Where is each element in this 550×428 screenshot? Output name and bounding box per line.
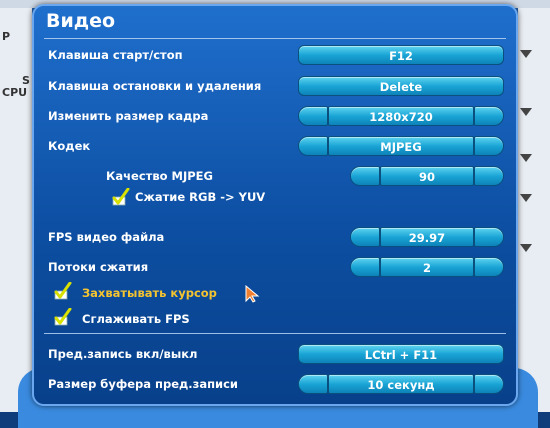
stop-delete-hotkey-button[interactable]: Delete bbox=[298, 76, 504, 96]
fps-value: 29.97 bbox=[380, 227, 474, 247]
threads-value: 2 bbox=[380, 257, 474, 277]
rgb-yuv-checkbox[interactable] bbox=[112, 187, 130, 206]
fps-increase-button[interactable] bbox=[474, 227, 504, 247]
chevron-down-icon[interactable] bbox=[520, 154, 532, 162]
title-divider bbox=[44, 38, 506, 39]
background-right-panel bbox=[518, 8, 550, 412]
video-settings-dialog: Видео Клавиша старт/стоп F12 Клавиша ост… bbox=[32, 4, 518, 406]
prerecord-toggle-hotkey-button[interactable]: LCtrl + F11 bbox=[298, 344, 504, 364]
dialog-title: Видео bbox=[46, 10, 116, 32]
checkmark-icon bbox=[54, 281, 72, 300]
chevron-down-icon[interactable] bbox=[520, 194, 532, 202]
mjpeg-quality-increase-button[interactable] bbox=[474, 166, 504, 186]
chevron-down-icon[interactable] bbox=[520, 50, 532, 58]
frame-size-next-button[interactable] bbox=[474, 106, 504, 126]
section-divider bbox=[44, 333, 506, 334]
threads-decrease-button[interactable] bbox=[350, 257, 380, 277]
background-left-panel bbox=[0, 8, 32, 412]
codec-next-button[interactable] bbox=[474, 136, 504, 156]
capture-cursor-label: Захватывать курсор bbox=[82, 286, 217, 300]
codec-prev-button[interactable] bbox=[298, 136, 328, 156]
prerecord-toggle-label: Пред.запись вкл/выкл bbox=[48, 347, 198, 361]
mjpeg-quality-label: Качество MJPEG bbox=[106, 169, 213, 183]
frame-size-value: 1280x720 bbox=[328, 106, 474, 126]
smooth-fps-label: Сглаживать FPS bbox=[82, 312, 190, 326]
prerecord-buffer-decrease-button[interactable] bbox=[298, 374, 328, 394]
capture-cursor-checkbox[interactable] bbox=[54, 281, 72, 300]
prerecord-buffer-increase-button[interactable] bbox=[474, 374, 504, 394]
checkmark-icon bbox=[54, 307, 72, 326]
start-stop-hotkey-label: Клавиша старт/стоп bbox=[48, 48, 183, 62]
mjpeg-quality-value: 90 bbox=[380, 166, 474, 186]
background-label: P bbox=[2, 30, 11, 43]
stop-delete-hotkey-label: Клавиша остановки и удаления bbox=[48, 79, 262, 93]
mouse-cursor-icon bbox=[245, 285, 260, 303]
chevron-down-icon[interactable] bbox=[520, 244, 532, 252]
chevron-down-icon[interactable] bbox=[520, 108, 532, 116]
fps-decrease-button[interactable] bbox=[350, 227, 380, 247]
codec-label: Кодек bbox=[48, 139, 91, 153]
checkmark-icon bbox=[112, 187, 130, 206]
threads-increase-button[interactable] bbox=[474, 257, 504, 277]
fps-video-label: FPS видео файла bbox=[48, 230, 165, 244]
compression-threads-label: Потоки сжатия bbox=[48, 260, 149, 274]
smooth-fps-checkbox[interactable] bbox=[54, 307, 72, 326]
prerecord-buffer-label: Размер буфера пред.записи bbox=[48, 377, 238, 391]
frame-size-prev-button[interactable] bbox=[298, 106, 328, 126]
rgb-yuv-label: Сжатие RGB -> YUV bbox=[135, 190, 266, 204]
mjpeg-quality-decrease-button[interactable] bbox=[350, 166, 380, 186]
start-stop-hotkey-button[interactable]: F12 bbox=[298, 45, 504, 65]
background-label: CPU bbox=[2, 86, 28, 99]
frame-size-label: Изменить размер кадра bbox=[48, 109, 209, 123]
prerecord-buffer-value: 10 секунд bbox=[328, 374, 474, 394]
codec-value: MJPEG bbox=[328, 136, 474, 156]
